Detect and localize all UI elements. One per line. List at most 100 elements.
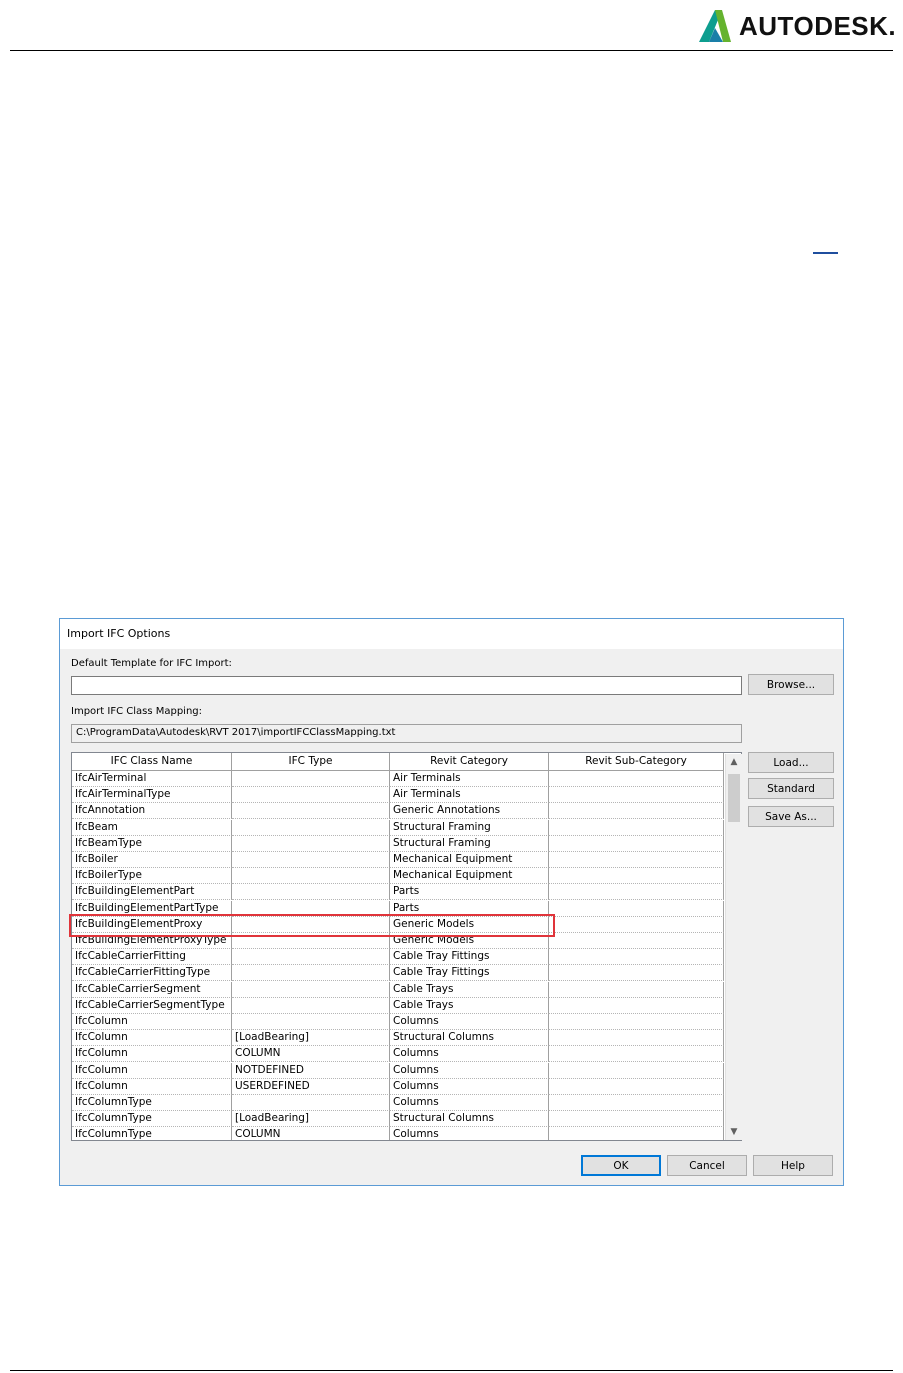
cell-revit-category[interactable]: Structural Columns [390,1111,549,1128]
table-row[interactable]: IfcColumn COLUMN Columns [72,1046,724,1063]
cell-ifc-class-name[interactable]: IfcCableCarrierFittingType [72,965,232,982]
cell-ifc-type[interactable]: COLUMN [232,1046,390,1063]
cell-ifc-type[interactable]: COLUMN [232,1127,390,1140]
cell-ifc-class-name[interactable]: IfcAnnotation [72,803,232,820]
cell-ifc-class-name[interactable]: IfcBeam [72,819,232,836]
table-row[interactable]: IfcColumn NOTDEFINED Columns [72,1062,724,1079]
ok-button[interactable]: OK [581,1155,661,1176]
cell-ifc-class-name[interactable]: IfcBuildingElementProxy [72,916,232,933]
table-row[interactable]: IfcBeamType Structural Framing [72,835,724,852]
cell-ifc-type[interactable] [232,787,390,804]
scroll-up-icon[interactable]: ▲ [726,754,742,770]
dialog-titlebar[interactable]: Import IFC Options [60,619,843,649]
cell-revit-sub-category[interactable] [549,852,724,868]
cell-ifc-type[interactable] [232,900,390,917]
cell-ifc-type[interactable] [232,771,390,787]
cell-revit-sub-category[interactable] [549,1062,724,1079]
cell-revit-sub-category[interactable] [549,916,724,933]
cell-ifc-type[interactable]: [LoadBearing] [232,1111,390,1128]
cell-ifc-class-name[interactable]: IfcCableCarrierSegmentType [72,997,232,1014]
cell-revit-category[interactable]: Structural Framing [390,835,549,852]
cell-revit-category[interactable]: Columns [390,1062,549,1079]
table-row[interactable]: IfcBuildingElementProxyType Generic Model… [72,933,724,949]
cell-revit-sub-category[interactable] [549,1127,724,1140]
cell-ifc-class-name[interactable]: IfcBeamType [72,835,232,852]
scroll-thumb[interactable] [728,774,740,822]
cell-revit-sub-category[interactable] [549,997,724,1014]
cell-ifc-class-name[interactable]: IfcColumn [72,1046,232,1063]
cell-ifc-type[interactable] [232,933,390,949]
standard-button[interactable]: Standard [748,778,834,799]
cell-revit-category[interactable]: Generic Annotations [390,803,549,820]
cell-ifc-class-name[interactable]: IfcColumnType [72,1111,232,1128]
column-header-ifc-class-name[interactable]: IFC Class Name [72,753,232,771]
table-row[interactable]: IfcColumn [LoadBearing] Structural Columns [72,1030,724,1047]
table-row[interactable]: IfcCableCarrierSegmentType Cable Trays [72,997,724,1014]
cell-revit-category[interactable]: Cable Trays [390,981,549,998]
cell-ifc-type[interactable] [232,852,390,868]
cell-ifc-type[interactable] [232,884,390,901]
cell-ifc-type[interactable] [232,997,390,1014]
scroll-down-icon[interactable]: ▼ [726,1124,742,1140]
column-header-ifc-type[interactable]: IFC Type [232,753,390,771]
cell-revit-sub-category[interactable] [549,868,724,885]
cell-ifc-type[interactable] [232,835,390,852]
cell-revit-category[interactable]: Columns [390,1127,549,1140]
load-button[interactable]: Load... [748,752,834,773]
cell-revit-category[interactable]: Mechanical Equipment [390,868,549,885]
table-row[interactable]: IfcBuildingElementPart Parts [72,884,724,901]
save-as-button[interactable]: Save As... [748,806,834,827]
table-row[interactable]: IfcCableCarrierFittingType Cable Tray Fit… [72,965,724,982]
ifc-class-mapping-table[interactable]: IFC Class Name IFC Type Revit Category R… [71,752,742,1141]
cell-revit-sub-category[interactable] [549,803,724,820]
cell-ifc-type[interactable]: NOTDEFINED [232,1062,390,1079]
cell-revit-sub-category[interactable] [549,835,724,852]
cell-revit-sub-category[interactable] [549,900,724,917]
template-input[interactable] [71,676,742,695]
cell-ifc-class-name[interactable]: IfcBuildingElementProxyType [72,933,232,949]
cell-revit-sub-category[interactable] [549,819,724,836]
table-row[interactable]: IfcColumn USERDEFINED Columns [72,1078,724,1095]
cell-revit-sub-category[interactable] [549,981,724,998]
cell-revit-sub-category[interactable] [549,787,724,804]
cell-ifc-type[interactable] [232,1014,390,1030]
cell-revit-category[interactable]: Structural Framing [390,819,549,836]
cell-ifc-class-name[interactable]: IfcColumnType [72,1095,232,1111]
cell-revit-category[interactable]: Columns [390,1046,549,1063]
cell-ifc-class-name[interactable]: IfcColumn [72,1078,232,1095]
column-header-revit-sub-category[interactable]: Revit Sub-Category [549,753,724,771]
cell-revit-sub-category[interactable] [549,1030,724,1047]
cell-revit-category[interactable]: Columns [390,1014,549,1030]
help-button[interactable]: Help [753,1155,833,1176]
cell-revit-category[interactable]: Air Terminals [390,771,549,787]
table-row[interactable]: IfcColumnType [LoadBearing] Structural Col… [72,1111,724,1128]
cell-revit-sub-category[interactable] [549,949,724,966]
table-row[interactable]: IfcColumnType COLUMN Columns [72,1127,724,1140]
cell-revit-sub-category[interactable] [549,771,724,787]
table-row[interactable]: IfcColumn Columns [72,1014,724,1030]
cell-revit-category[interactable]: Generic Models [390,933,549,949]
cell-revit-category[interactable]: Parts [390,884,549,901]
cell-ifc-class-name[interactable]: IfcCableCarrierSegment [72,981,232,998]
browse-button[interactable]: Browse... [748,674,834,695]
cell-ifc-type[interactable] [232,1095,390,1111]
table-row[interactable]: IfcBuildingElementPartType Parts [72,900,724,917]
cell-ifc-class-name[interactable]: IfcColumnType [72,1127,232,1140]
cell-ifc-class-name[interactable]: IfcBoiler [72,852,232,868]
table-row[interactable]: IfcCableCarrierFitting Cable Tray Fitting… [72,949,724,966]
cell-revit-category[interactable]: Parts [390,900,549,917]
table-row[interactable]: IfcBuildingElementProxy Generic Models [72,916,724,933]
cell-ifc-type[interactable] [232,803,390,820]
cell-revit-category[interactable]: Cable Tray Fittings [390,949,549,966]
cell-ifc-class-name[interactable]: IfcColumn [72,1030,232,1047]
cell-ifc-class-name[interactable]: IfcColumn [72,1014,232,1030]
cell-ifc-class-name[interactable]: IfcBuildingElementPartType [72,900,232,917]
cell-ifc-type[interactable] [232,981,390,998]
link-underline[interactable] [813,252,838,254]
table-row[interactable]: IfcAnnotation Generic Annotations [72,803,724,820]
cell-ifc-type[interactable] [232,949,390,966]
table-row[interactable]: IfcBoiler Mechanical Equipment [72,852,724,868]
cell-revit-category[interactable]: Columns [390,1095,549,1111]
cell-ifc-type[interactable] [232,965,390,982]
table-row[interactable]: IfcCableCarrierSegment Cable Trays [72,981,724,998]
